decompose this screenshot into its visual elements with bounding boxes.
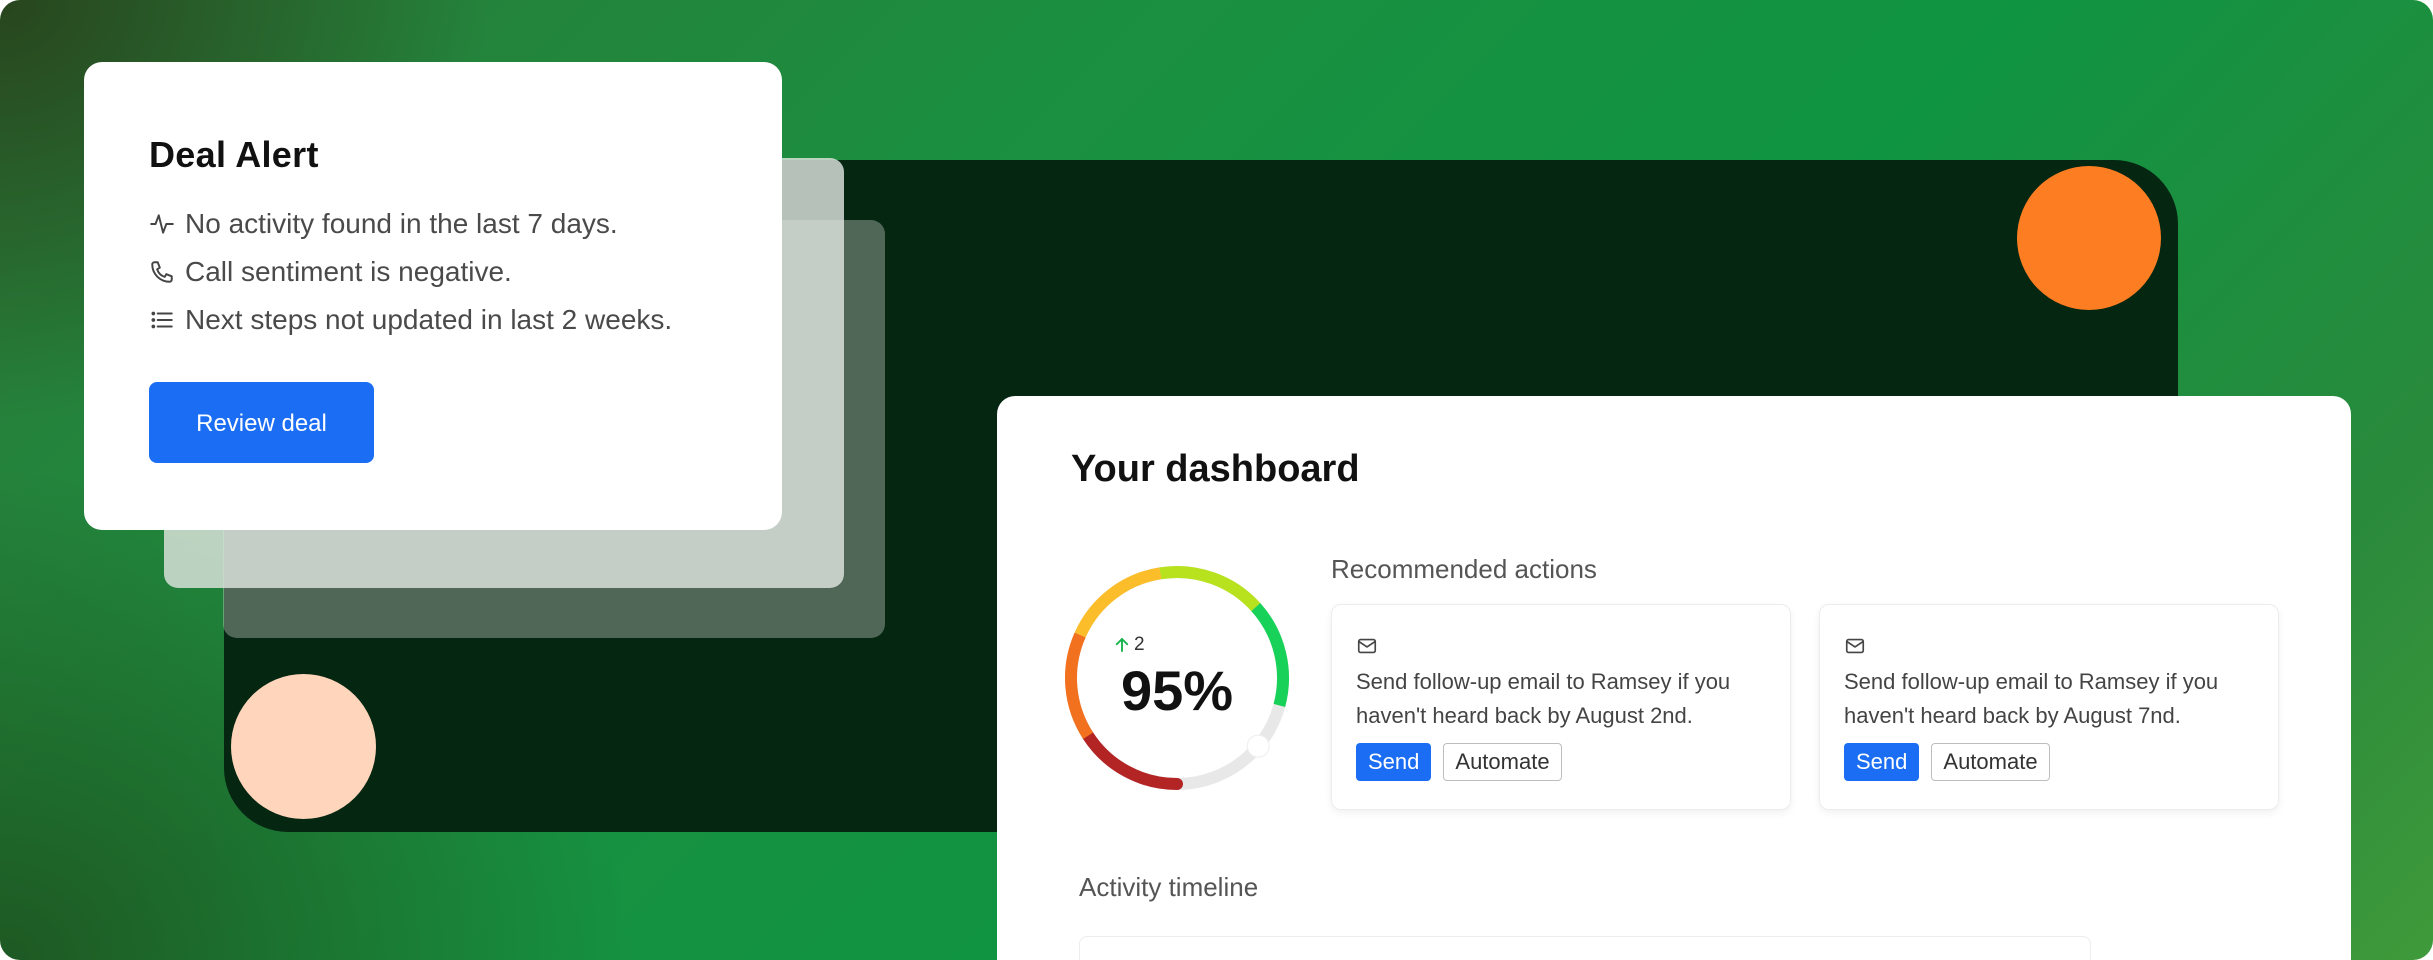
recommended-action-card: Send follow-up email to Ramsey if you ha… xyxy=(1819,604,2279,810)
score-delta-value: 2 xyxy=(1134,634,1145,655)
recommended-action-text: Send follow-up email to Ramsey if you ha… xyxy=(1356,669,1731,728)
mail-icon xyxy=(1357,638,1377,654)
alert-item-next-steps: Next steps not updated in last 2 weeks. xyxy=(149,296,782,344)
gauge-knob xyxy=(1246,734,1270,758)
send-button[interactable]: Send xyxy=(1356,743,1432,781)
gauge-segment xyxy=(1159,566,1261,612)
alert-item-activity: No activity found in the last 7 days. xyxy=(149,200,782,248)
automate-button[interactable]: Automate xyxy=(1443,743,1562,781)
recommended-action-text: Send follow-up email to Ramsey if you ha… xyxy=(1844,669,2219,728)
recommended-action-card: Send follow-up email to Ramsey if you ha… xyxy=(1331,604,1791,810)
orange-circle-decoration xyxy=(2017,166,2161,310)
dashboard-title: Your dashboard xyxy=(1071,448,1360,490)
background: Deal Alert No activity found in the last… xyxy=(0,0,2433,960)
dashboard-card: Your dashboard 2 95% Recommended actions… xyxy=(997,396,2351,960)
phone-icon xyxy=(151,261,173,283)
score-value: 95% xyxy=(1120,659,1234,722)
gauge-segment xyxy=(1074,567,1162,638)
deal-alert-card: Deal Alert No activity found in the last… xyxy=(84,62,782,530)
alert-item-text: Call sentiment is negative. xyxy=(185,256,512,287)
activity-timeline-panel xyxy=(1079,936,2091,960)
list-icon xyxy=(151,311,173,329)
score-delta: 2 xyxy=(1113,634,1145,656)
automate-button[interactable]: Automate xyxy=(1931,743,2050,781)
mail-icon xyxy=(1845,638,1865,654)
gauge-segment xyxy=(1082,729,1183,790)
alert-item-text: No activity found in the last 7 days. xyxy=(185,208,618,239)
send-button[interactable]: Send xyxy=(1844,743,1920,781)
activity-icon xyxy=(150,214,174,234)
deal-alert-title: Deal Alert xyxy=(149,134,319,175)
peach-circle-decoration xyxy=(231,674,376,819)
review-deal-button[interactable]: Review deal xyxy=(149,382,374,463)
alert-item-text: Next steps not updated in last 2 weeks. xyxy=(185,304,673,335)
recommended-actions-title: Recommended actions xyxy=(1331,554,1597,584)
activity-timeline-title: Activity timeline xyxy=(1079,872,1259,902)
arrow-up-icon xyxy=(1115,638,1129,652)
alert-item-sentiment: Call sentiment is negative. xyxy=(149,248,782,296)
